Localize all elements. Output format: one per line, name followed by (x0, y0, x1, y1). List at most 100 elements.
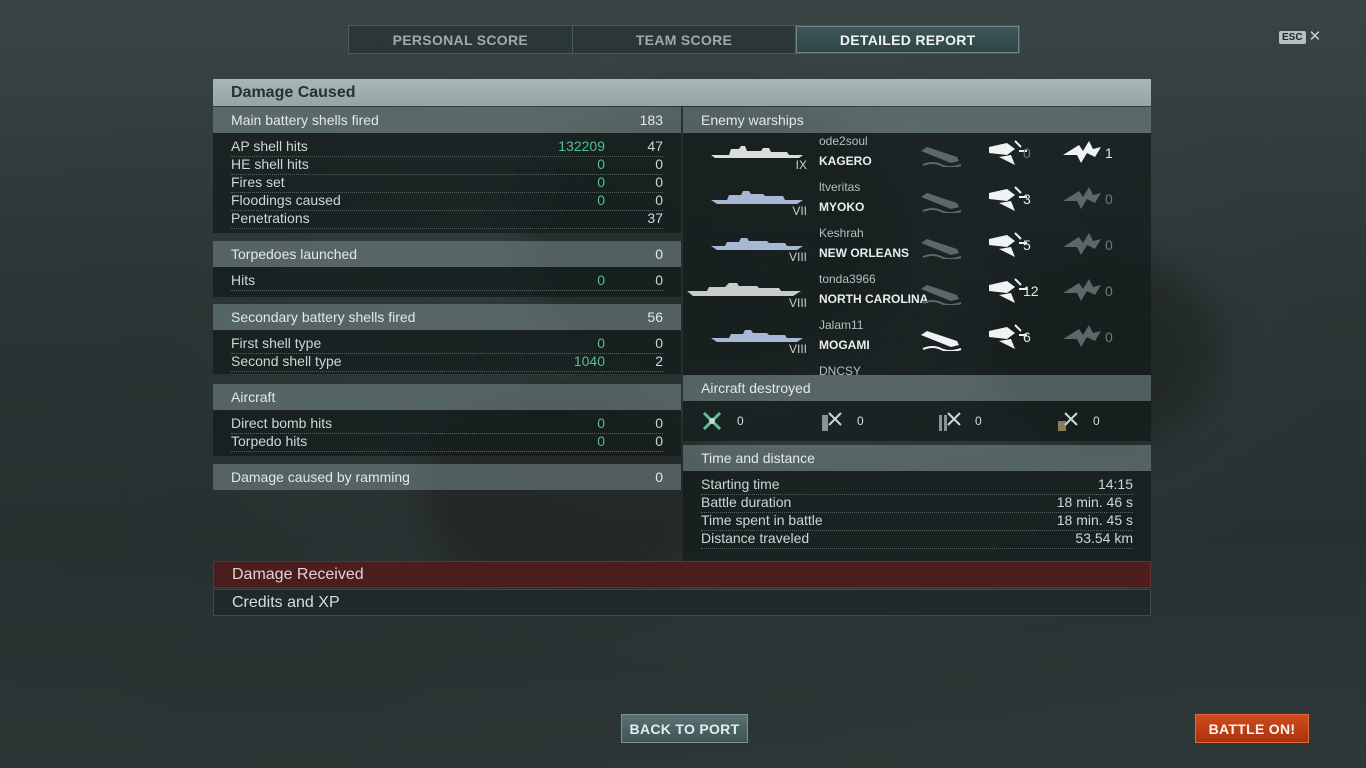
stat-label: Second shell type (231, 353, 342, 369)
stat-label: Penetrations (231, 210, 310, 226)
stat-row: Battle duration 18 min. 46 s (701, 494, 1133, 513)
tab-personal-score[interactable]: PERSONAL SCORE (349, 26, 573, 53)
stat-value: 18 min. 46 s (1056, 494, 1133, 510)
main-battery-value: 183 (639, 112, 663, 128)
enemy-ship-row[interactable]: DNCSY (683, 363, 1151, 375)
credits-xp-header[interactable]: Credits and XP (213, 589, 1151, 616)
critical-hit-icon (1063, 279, 1101, 301)
hits-count: 12 (1023, 283, 1039, 299)
stat-damage: 0 (597, 415, 605, 431)
stat-row: Penetrations 37 (231, 210, 663, 229)
stat-label: Torpedo hits (231, 433, 308, 449)
critical-hit-icon (1063, 233, 1101, 255)
ship-tier: VIII (788, 296, 807, 310)
stat-damage: 0 (597, 433, 605, 449)
hits-count: 5 (1023, 237, 1031, 253)
stat-label: Hits (231, 272, 256, 288)
esc-key-badge: ESC (1279, 30, 1306, 44)
time-distance-title: Time and distance (701, 450, 815, 466)
ship-tier: VIII (788, 250, 807, 264)
enemy-ship-list[interactable]: IX ode2soul KAGERO 0 1 VII ltveritas MYO… (683, 133, 1151, 375)
enemy-warships-title: Enemy warships (701, 112, 804, 128)
stat-label: Floodings caused (231, 192, 341, 208)
stat-damage: 0 (597, 156, 605, 172)
aircraft-body: Direct bomb hits 0 0 Torpedo hits 0 0 (213, 410, 681, 456)
time-distance-header: Time and distance (683, 445, 1151, 471)
stat-row: Distance traveled 53.54 km (701, 530, 1133, 549)
ramming-label: Damage caused by ramming (231, 469, 410, 485)
stat-value: 0 (655, 174, 663, 190)
aircraft-destroyed-header: Aircraft destroyed (683, 375, 1151, 401)
stat-label: First shell type (231, 335, 322, 351)
sinking-ship-icon (921, 331, 962, 351)
destroyer-silhouette-icon (711, 146, 803, 158)
enemy-ship-row[interactable]: VII ltveritas MYOKO 3 0 (683, 179, 1151, 226)
stat-label: Distance traveled (701, 530, 810, 546)
hits-count: 3 (1023, 191, 1031, 207)
crits-count: 0 (1105, 329, 1113, 345)
stat-value: 2 (655, 353, 663, 369)
close-icon[interactable]: ✕ (1309, 29, 1322, 44)
ship-tier: VIII (788, 342, 807, 356)
back-to-port-button[interactable]: BACK TO PORT (621, 714, 748, 743)
enemy-warships-panel: Enemy warships IX ode2soul KAGERO 0 1 VI… (683, 107, 1151, 561)
time-distance-body: Starting time 14:15 Battle duration 18 m… (683, 471, 1151, 561)
aircraft-destroyed-count: 0 (1093, 414, 1100, 428)
tab-detailed-report[interactable]: DETAILED REPORT (796, 26, 1020, 53)
crits-count: 0 (1105, 191, 1113, 207)
critical-hit-icon (1063, 141, 1101, 163)
stat-row: HE shell hits 0 0 (231, 156, 663, 175)
stat-row: Torpedo hits 0 0 (231, 433, 663, 452)
stat-label: Fires set (231, 174, 285, 190)
stat-value: 0 (655, 156, 663, 172)
stat-value: 0 (655, 335, 663, 351)
cruiser-silhouette-icon (711, 191, 803, 204)
ship-player-name: Jalam11 (819, 318, 864, 332)
stat-row: Starting time 14:15 (701, 476, 1133, 495)
stat-damage: 1040 (573, 353, 605, 369)
stat-row: Time spent in battle 18 min. 45 s (701, 512, 1133, 531)
enemy-ship-row[interactable]: IX ode2soul KAGERO 0 1 (683, 133, 1151, 180)
torpedoes-value: 0 (655, 246, 663, 262)
torpedo-bomber-icon (822, 412, 842, 431)
hits-count: 0 (1023, 145, 1031, 161)
enemy-ship-row[interactable]: VIII Jalam11 MOGAMI 6 0 (683, 317, 1151, 364)
close-button[interactable]: ESC ✕ (1279, 29, 1322, 44)
stat-row: Fires set 0 0 (231, 174, 663, 193)
aircraft-destroyed-count: 0 (975, 414, 982, 428)
aircraft-label: Aircraft (231, 389, 276, 405)
stat-row: Hits 0 0 (231, 272, 663, 291)
stat-damage: 0 (597, 272, 605, 288)
aircraft-destroyed-count: 0 (737, 414, 744, 428)
aircraft-destroyed-title: Aircraft destroyed (701, 380, 811, 396)
crits-count: 1 (1105, 145, 1113, 161)
critical-hit-icon (1063, 325, 1101, 347)
enemy-ship-row[interactable]: VIII tonda3966 NORTH CAROLINA 12 0 (683, 271, 1151, 318)
battle-on-button[interactable]: BATTLE ON! (1195, 714, 1309, 743)
torpedoes-label: Torpedoes launched (231, 246, 358, 262)
stat-damage: 0 (597, 174, 605, 190)
crits-count: 0 (1105, 237, 1113, 253)
tab-team-score[interactable]: TEAM SCORE (573, 26, 797, 53)
ship-name: KAGERO (819, 154, 872, 168)
damage-caused-stats: Main battery shells fired 183 AP shell h… (213, 107, 681, 561)
stat-row: Second shell type 1040 2 (231, 353, 663, 372)
ship-tier: VII (792, 204, 807, 218)
ship-tier: IX (795, 158, 807, 172)
ship-name: MOGAMI (819, 338, 870, 352)
ship-name: NEW ORLEANS (819, 246, 909, 260)
ramming-value: 0 (655, 469, 663, 485)
damage-caused-header[interactable]: Damage Caused (213, 79, 1151, 106)
ramming-row: Damage caused by ramming 0 (213, 464, 681, 490)
stat-value: 14:15 (1097, 476, 1133, 492)
aircraft-destroyed-item: 0 (937, 401, 982, 441)
secondary-battery-header: Secondary battery shells fired 56 (213, 304, 681, 330)
ship-player-name: tonda3966 (819, 272, 876, 286)
damage-received-header[interactable]: Damage Received (213, 561, 1151, 588)
cruiser-silhouette-icon (711, 330, 803, 342)
enemy-ship-row[interactable]: VIII Keshrah NEW ORLEANS 5 0 (683, 225, 1151, 272)
dive-bomber-icon (939, 412, 961, 431)
aircraft-destroyed-count: 0 (857, 414, 864, 428)
aircraft-destroyed-item: 0 (701, 401, 744, 441)
fighter-plane-icon (702, 411, 722, 431)
